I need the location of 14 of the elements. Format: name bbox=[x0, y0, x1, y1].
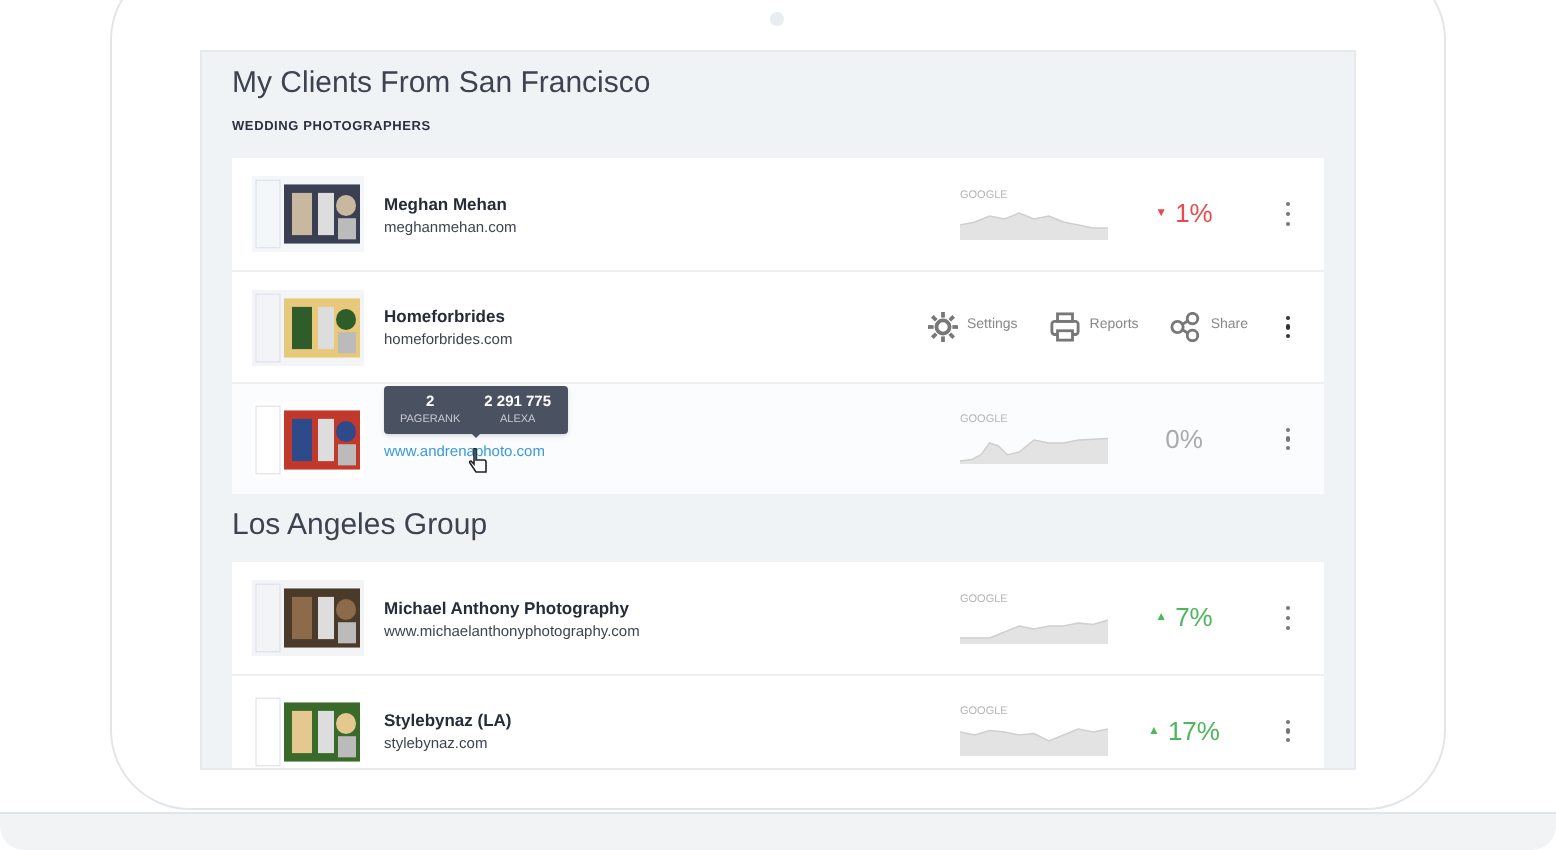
share-icon bbox=[1170, 312, 1201, 342]
printer-icon bbox=[1049, 312, 1080, 342]
change-value: 7% bbox=[1175, 602, 1213, 634]
more-menu-icon[interactable] bbox=[1284, 315, 1292, 339]
client-name: Michael Anthony Photography bbox=[384, 595, 631, 619]
change-value: 1% bbox=[1175, 198, 1213, 230]
client-name: Homeforbrides bbox=[384, 304, 507, 328]
client-name: Stylebynaz (LA) bbox=[384, 708, 514, 732]
group-title: My Clients From San Francisco bbox=[232, 64, 653, 104]
change-value: 17% bbox=[1167, 715, 1220, 747]
client-name: Meghan Mehan bbox=[384, 191, 509, 215]
group-title: Los Angeles Group bbox=[232, 506, 490, 546]
change-value: 0% bbox=[1165, 423, 1203, 455]
gear-icon bbox=[927, 312, 957, 342]
